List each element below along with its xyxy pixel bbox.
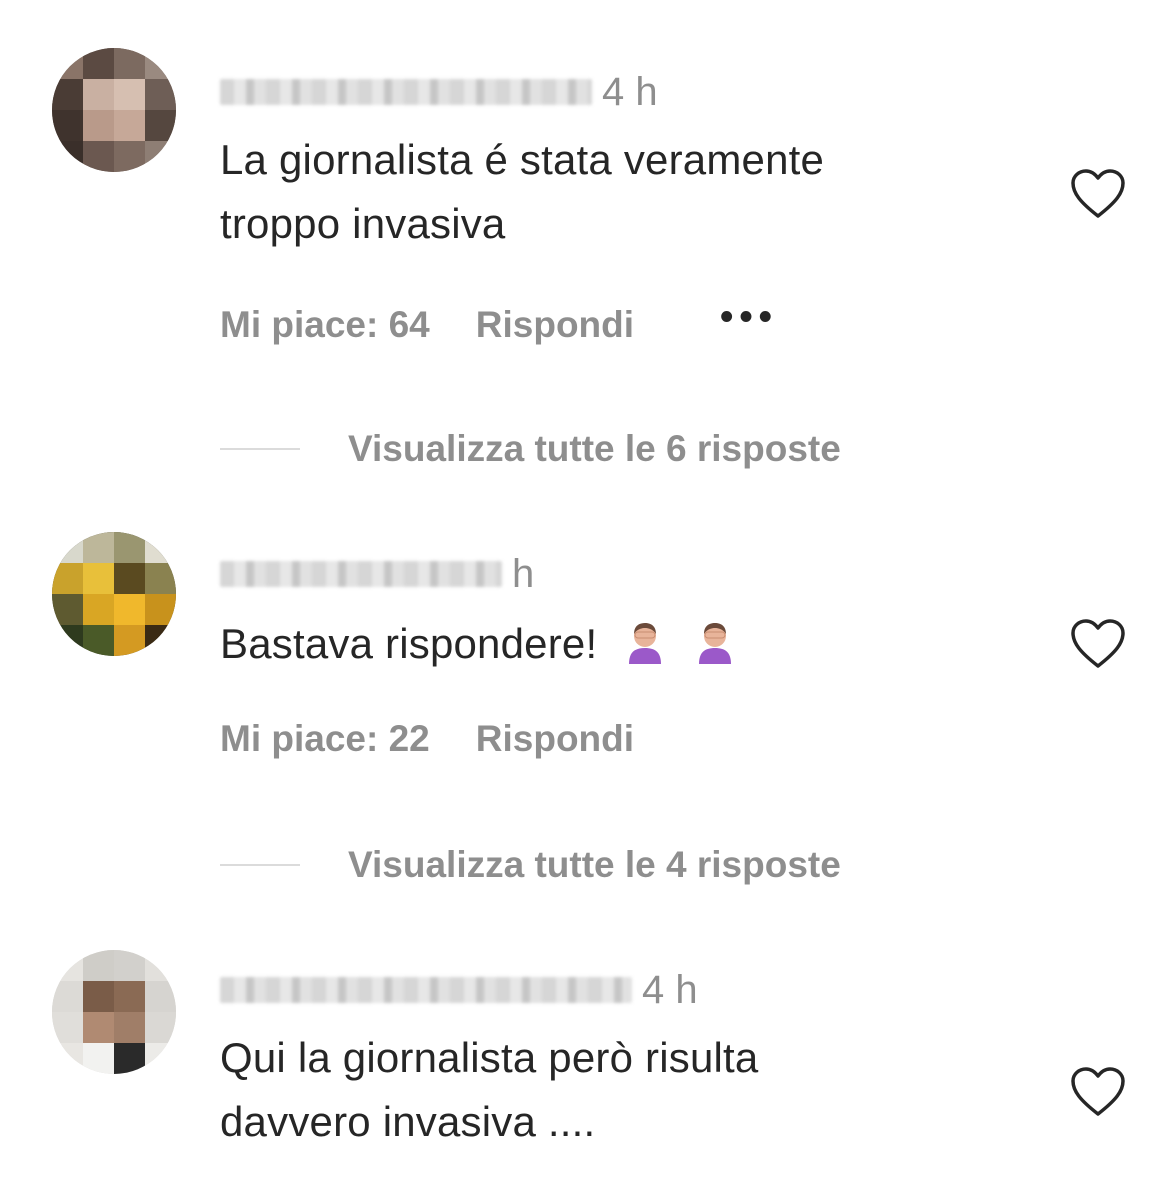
divider-line	[220, 448, 300, 450]
comment-text-content: Bastava rispondere!	[220, 620, 598, 667]
comment-text-line: troppo invasiva	[220, 200, 506, 247]
comment-actions: Mi piace: 64 Rispondi •••	[220, 298, 778, 350]
username-blurred[interactable]	[220, 561, 502, 587]
username-blurred[interactable]	[220, 977, 632, 1003]
reply-button[interactable]: Rispondi	[476, 718, 634, 760]
view-replies[interactable]: Visualizza tutte le 6 risposte	[220, 424, 841, 474]
heart-outline-icon[interactable]	[1070, 1066, 1126, 1118]
comment-time: h	[512, 551, 535, 596]
reply-button[interactable]: Rispondi	[476, 304, 634, 346]
avatar[interactable]	[52, 950, 176, 1074]
comment-text-line: La giornalista é stata veramente	[220, 136, 825, 183]
likes-count[interactable]: Mi piace: 22	[220, 718, 430, 760]
username-blurred[interactable]	[220, 79, 592, 105]
comment-text-line: Bastava rispondere!	[220, 612, 735, 676]
comment-time: 4 h	[642, 967, 698, 1012]
view-replies-label[interactable]: Visualizza tutte le 4 risposte	[348, 844, 841, 886]
comment-text: La giornalista é stata veramente troppo …	[220, 128, 824, 256]
view-replies-label[interactable]: Visualizza tutte le 6 risposte	[348, 428, 841, 470]
comment-text: Bastava rispondere!	[220, 612, 735, 676]
comment-meta: h	[220, 550, 534, 598]
comment-time: 4 h	[602, 69, 658, 114]
comment-meta: 4 h	[220, 966, 698, 1014]
heart-outline-icon[interactable]	[1070, 168, 1126, 220]
heart-outline-icon[interactable]	[1070, 618, 1126, 670]
avatar[interactable]	[52, 532, 176, 656]
comment-actions: Mi piace: 22 Rispondi	[220, 714, 634, 764]
comment-text-line: Qui la giornalista però risulta	[220, 1034, 759, 1081]
divider-line	[220, 864, 300, 866]
avatar[interactable]	[52, 48, 176, 172]
comment-text: Qui la giornalista però risulta davvero …	[220, 1026, 758, 1154]
woman-facepalming-icon	[629, 623, 662, 664]
view-replies[interactable]: Visualizza tutte le 4 risposte	[220, 840, 841, 890]
woman-facepalming-icon	[699, 623, 732, 664]
more-options-icon[interactable]: •••	[720, 298, 778, 336]
comment-text-line: davvero invasiva ....	[220, 1098, 596, 1145]
likes-count[interactable]: Mi piace: 64	[220, 304, 430, 346]
comment-meta: 4 h	[220, 68, 658, 116]
